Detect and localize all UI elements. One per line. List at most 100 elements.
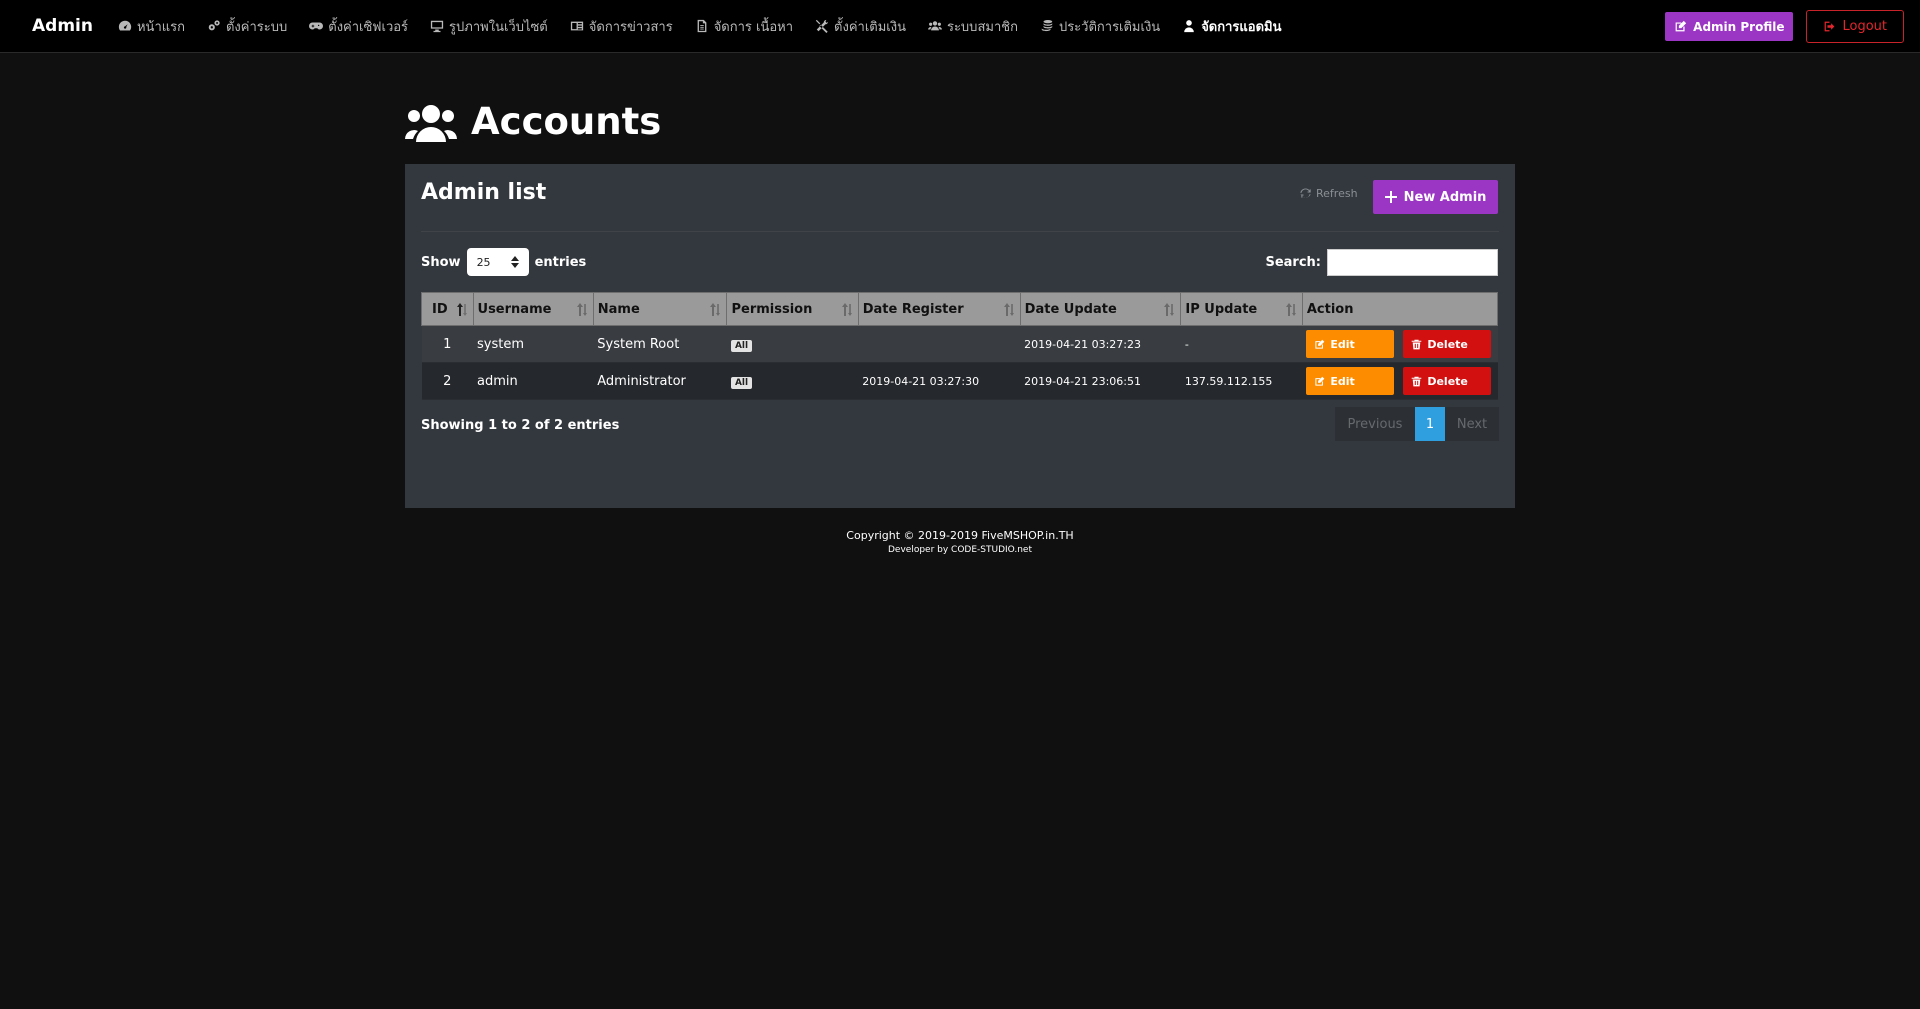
new-admin-label: New Admin bbox=[1403, 189, 1487, 205]
cell-date-update: 2019-04-21 03:27:23 bbox=[1020, 325, 1181, 363]
nav-item-website-images[interactable]: รูปภาพในเว็บไซต์ bbox=[419, 0, 559, 53]
table-header-row: ID Username Name Permission Date Registe… bbox=[421, 292, 1499, 326]
card-title: Admin list bbox=[421, 180, 547, 205]
column-header-date-register[interactable]: Date Register bbox=[857, 292, 1021, 326]
nav-item-system-settings[interactable]: ตั้งค่าระบบ bbox=[196, 0, 298, 53]
trash-icon bbox=[1412, 339, 1422, 349]
user-icon bbox=[1184, 20, 1194, 33]
entries-length-control: Show 25 entries bbox=[421, 248, 586, 276]
navbar-actions: Admin Profile Logout bbox=[1665, 10, 1904, 43]
users-icon bbox=[927, 21, 942, 31]
nav-item-label: จัดการข่าวสาร bbox=[588, 19, 673, 35]
file-icon bbox=[697, 19, 707, 33]
cell-name: System Root bbox=[593, 325, 727, 363]
navbar-brand[interactable]: Admin bbox=[32, 16, 93, 36]
delete-label: Delete bbox=[1427, 337, 1468, 351]
sort-asc-icon bbox=[456, 303, 467, 316]
table-row: 1 system System Root All 2019-04-21 03:2… bbox=[421, 325, 1498, 363]
nav-item-label: รูปภาพในเว็บไซต์ bbox=[449, 19, 548, 35]
new-admin-button[interactable]: New Admin bbox=[1373, 180, 1498, 214]
sort-icon bbox=[576, 303, 587, 316]
admin-table: ID Username Name Permission Date Registe… bbox=[421, 292, 1499, 400]
dashboard-icon bbox=[118, 20, 132, 31]
sort-icon bbox=[1003, 303, 1014, 316]
column-header-label: Action bbox=[1306, 301, 1354, 317]
pagination-previous[interactable]: Previous bbox=[1335, 407, 1415, 441]
edit-icon bbox=[1315, 339, 1325, 349]
column-header-id[interactable]: ID bbox=[421, 292, 474, 326]
pagination: Previous 1 Next bbox=[1335, 407, 1499, 441]
column-header-label: ID bbox=[432, 301, 448, 317]
column-header-label: Name bbox=[597, 301, 640, 317]
column-header-label: Date Register bbox=[862, 301, 964, 317]
refresh-label: Refresh bbox=[1316, 187, 1358, 200]
admin-profile-button[interactable]: Admin Profile bbox=[1665, 12, 1794, 41]
pagination-next[interactable]: Next bbox=[1445, 407, 1499, 441]
nav-item-topup-settings[interactable]: ตั้งค่าเติมเงิน bbox=[804, 0, 917, 53]
column-header-date-update[interactable]: Date Update bbox=[1019, 292, 1182, 326]
permission-badge: All bbox=[730, 376, 753, 389]
cell-action: Edit Delete bbox=[1302, 325, 1498, 363]
column-header-label: Permission bbox=[731, 301, 813, 317]
site-footer: Copyright © 2019-2019 FiveMSHOP.in.TH De… bbox=[0, 529, 1920, 555]
nav-item-label: ประวัติการเติมเงิน bbox=[1058, 19, 1161, 35]
column-header-name[interactable]: Name bbox=[592, 292, 728, 326]
entries-length-select[interactable]: 25 bbox=[466, 248, 529, 276]
trash-icon bbox=[1412, 376, 1422, 386]
column-header-label: Username bbox=[477, 301, 552, 317]
nav-item-content[interactable]: จัดการ เนื้อหา bbox=[684, 0, 804, 53]
tools-icon bbox=[815, 19, 829, 33]
delete-button[interactable]: Delete bbox=[1403, 367, 1492, 395]
sort-icon bbox=[1285, 303, 1296, 316]
permission-badge: All bbox=[730, 339, 753, 352]
cell-id: 2 bbox=[421, 362, 474, 400]
pagination-page[interactable]: 1 bbox=[1415, 407, 1445, 441]
nav-item-label: จัดการ เนื้อหา bbox=[713, 19, 794, 35]
cell-permission: All bbox=[726, 362, 859, 400]
nav-item-label: ตั้งค่าระบบ bbox=[225, 19, 288, 35]
sort-icon bbox=[841, 303, 852, 316]
edit-icon bbox=[1675, 20, 1687, 32]
column-header-ip-update[interactable]: IP Update bbox=[1180, 292, 1303, 326]
cell-username: system bbox=[473, 325, 594, 363]
column-header-label: Date Update bbox=[1024, 301, 1117, 317]
page-title-text: Accounts bbox=[471, 100, 662, 143]
nav-item-server-settings[interactable]: ตั้งค่าเซิฟเวอร์ bbox=[298, 0, 419, 53]
column-header-username[interactable]: Username bbox=[472, 292, 594, 326]
column-header-permission[interactable]: Permission bbox=[726, 292, 859, 326]
cell-username: admin bbox=[473, 362, 594, 400]
nav-item-news[interactable]: จัดการข่าวสาร bbox=[559, 0, 684, 53]
newspaper-icon bbox=[570, 21, 583, 31]
gears-icon bbox=[208, 20, 220, 31]
copyright-text: Copyright © 2019-2019 FiveMSHOP.in.TH bbox=[846, 529, 1074, 542]
nav-item-members[interactable]: ระบบสมาชิก bbox=[917, 0, 1029, 53]
coins-icon bbox=[1041, 20, 1053, 32]
entries-label: entries bbox=[534, 254, 587, 270]
table-search-control: Search: bbox=[1265, 249, 1498, 276]
edit-label: Edit bbox=[1330, 374, 1355, 388]
sort-arrows-icon bbox=[510, 256, 519, 268]
page-title: Accounts bbox=[405, 100, 661, 143]
search-label: Search: bbox=[1265, 255, 1321, 270]
edit-button[interactable]: Edit bbox=[1306, 330, 1395, 358]
sort-icon bbox=[1164, 303, 1175, 316]
table-row: 2 admin Administrator All 2019-04-21 03:… bbox=[421, 362, 1498, 400]
delete-button[interactable]: Delete bbox=[1403, 330, 1492, 358]
desktop-icon bbox=[430, 20, 444, 33]
edit-button[interactable]: Edit bbox=[1306, 367, 1395, 395]
gamepad-icon bbox=[309, 22, 324, 30]
nav-item-home[interactable]: หน้าแรก bbox=[107, 0, 196, 53]
column-header-action: Action bbox=[1301, 292, 1499, 326]
refresh-icon bbox=[1300, 188, 1311, 198]
admin-list-card: Admin list Refresh New Admin Show 25 ent… bbox=[405, 164, 1515, 508]
edit-label: Edit bbox=[1330, 337, 1355, 351]
cell-date-register: 2019-04-21 03:27:30 bbox=[858, 362, 1021, 400]
refresh-button[interactable]: Refresh bbox=[1300, 187, 1358, 200]
nav-item-admin-management[interactable]: จัดการแอดมิน bbox=[1171, 0, 1292, 53]
search-input[interactable] bbox=[1327, 249, 1498, 276]
cell-id: 1 bbox=[421, 325, 474, 363]
table-info: Showing 1 to 2 of 2 entries bbox=[421, 418, 620, 433]
nav-item-topup-history[interactable]: ประวัติการเติมเงิน bbox=[1029, 0, 1171, 53]
logout-button[interactable]: Logout bbox=[1806, 10, 1904, 43]
cell-name: Administrator bbox=[593, 362, 727, 400]
